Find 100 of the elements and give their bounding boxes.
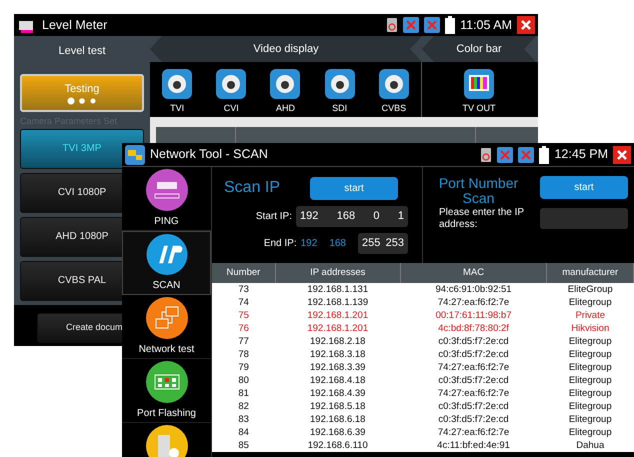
table-cell: 78	[212, 348, 276, 361]
window-title: Level Meter	[42, 16, 108, 34]
table-cell: Dahua	[546, 439, 634, 452]
network-tool-icon	[125, 144, 145, 164]
network-icon	[518, 146, 534, 162]
memory-card-icon	[386, 17, 398, 33]
ping-icon	[146, 169, 188, 211]
video-mode-button[interactable]: CVBS	[378, 62, 409, 117]
table-cell: 80	[212, 374, 276, 387]
table-cell: Elitegroup	[546, 374, 634, 387]
table-cell: 82	[212, 400, 276, 413]
section-header: Video display	[150, 36, 422, 62]
color-bars-icon	[464, 68, 494, 98]
table-cell: Elitegroup	[546, 348, 634, 361]
network-icon	[146, 297, 188, 339]
table-cell: 85	[212, 439, 276, 452]
table-cell: 192.168.1.139	[275, 296, 400, 309]
table-cell: Elitegroup	[546, 335, 634, 348]
tool-menu-item[interactable]: PING	[122, 167, 211, 231]
table-cell: 76	[212, 322, 276, 335]
table-cell: Elitegroup	[546, 296, 634, 309]
video-mode-button[interactable]: TVI	[162, 62, 192, 117]
table-cell: 4c:bd:8f:78:80:2f	[400, 322, 547, 335]
table-cell: Hikvision	[546, 322, 634, 335]
table-cell: 75	[212, 309, 276, 322]
table-cell: 74:27:ea:f6:f2:7e	[400, 426, 547, 439]
column-header: manufacturer	[546, 263, 634, 283]
tool-menu-item[interactable]: SCAN	[122, 231, 211, 295]
close-button[interactable]	[613, 146, 631, 164]
table-cell: c0:3f:d5:f7:2e:cd	[400, 413, 547, 426]
table-cell: 192.168.1.201	[275, 322, 400, 335]
table-cell: Elitegroup	[546, 387, 634, 400]
table-cell: c0:3f:d5:f7:2e:cd	[400, 335, 547, 348]
table-cell: 77	[212, 335, 276, 348]
battery-icon	[539, 146, 550, 164]
table-cell: 81	[212, 387, 276, 400]
server-icon	[146, 425, 188, 457]
table-cell: 74:27:ea:f6:f2:7e	[400, 387, 547, 400]
close-icon	[616, 148, 628, 160]
table-cell: c0:3f:d5:f7:2e:cd	[400, 348, 547, 361]
memory-card-icon	[480, 146, 492, 162]
ip-address-field[interactable]: 192 168 0 1	[296, 206, 408, 227]
column-header: IP addresses	[275, 263, 400, 283]
ip-address-field[interactable]	[540, 208, 628, 230]
table-cell: c0:3f:d5:f7:2e:cd	[400, 374, 547, 387]
ip-octet: 168	[329, 237, 346, 251]
ip-octet: 192	[300, 237, 318, 251]
tool-menu-item[interactable]: Port Flashing	[122, 359, 211, 423]
table-cell: 192.168.3.18	[275, 348, 400, 361]
video-mode-button[interactable]: CVI	[216, 62, 246, 117]
clock-time: 12:45 PM	[554, 146, 608, 164]
table-cell: Elitegroup	[546, 400, 634, 413]
table-cell: 79	[212, 361, 276, 374]
table-cell: 192.168.1.201	[275, 309, 400, 322]
network-icon	[424, 17, 440, 33]
port-icon	[146, 361, 188, 403]
table-cell: 192.168.6.18	[275, 413, 400, 426]
port-scan-title: Port Number Scan	[438, 176, 520, 207]
table-cell: 00:17:61:11:98:b7	[400, 309, 547, 322]
table-cell: 4c:11:bf:ed:4e:91	[400, 439, 547, 452]
ip-scan-icon	[146, 234, 188, 275]
tool-menu-item[interactable]: Network test	[122, 295, 211, 359]
start-button[interactable]: start	[310, 176, 398, 200]
table-cell: 74	[212, 296, 276, 309]
table-cell: 192.168.6.110	[275, 439, 400, 452]
table-cell: Elitegroup	[546, 413, 634, 426]
prompt-text: Please enter the IP address:	[438, 206, 525, 231]
table-cell: Elitegroup	[546, 361, 634, 374]
table-cell: EliteGroup	[546, 283, 634, 296]
column-header: Number	[212, 263, 276, 283]
battery-icon	[445, 16, 456, 34]
loading-dots-icon	[67, 97, 97, 106]
field-label: End IP:	[264, 237, 297, 251]
table-cell: Elitegroup	[546, 426, 634, 439]
ip-address-field[interactable]: 255 253	[358, 233, 408, 254]
network-icon	[497, 146, 514, 162]
field-label: Start IP:	[256, 210, 292, 224]
video-mode-button[interactable]: TV OUT	[462, 62, 496, 117]
table-cell: 73	[212, 283, 276, 296]
table-cell: 74:27:ea:f6:f2:7e	[400, 296, 547, 309]
table-cell: 192.168.4.39	[275, 387, 400, 400]
table-cell: 74:27:ea:f6:f2:7e	[400, 361, 547, 374]
close-icon	[520, 19, 532, 31]
video-mode-button[interactable]: AHD	[270, 62, 300, 117]
table-cell: 83	[212, 413, 276, 426]
table-cell: c0:3f:d5:f7:2e:cd	[400, 400, 547, 413]
window-title: Network Tool - SCAN	[150, 146, 269, 164]
table-cell: 84	[212, 426, 276, 439]
clock-time: 11:05 AM	[460, 16, 512, 34]
video-mode-button[interactable]: SDI	[324, 62, 355, 117]
table-cell: 192.168.6.39	[275, 426, 400, 439]
network-icon	[403, 17, 420, 33]
panel-header: Level test	[58, 44, 106, 59]
table-cell: Private	[546, 309, 634, 322]
section-header: Color bar	[422, 36, 536, 62]
table-cell: 192.168.3.39	[275, 361, 400, 374]
table-cell: 192.168.2.18	[275, 335, 400, 348]
start-button[interactable]: start	[540, 176, 628, 199]
table-cell: 192.168.4.18	[275, 374, 400, 387]
table-cell: 192.168.5.18	[275, 400, 400, 413]
